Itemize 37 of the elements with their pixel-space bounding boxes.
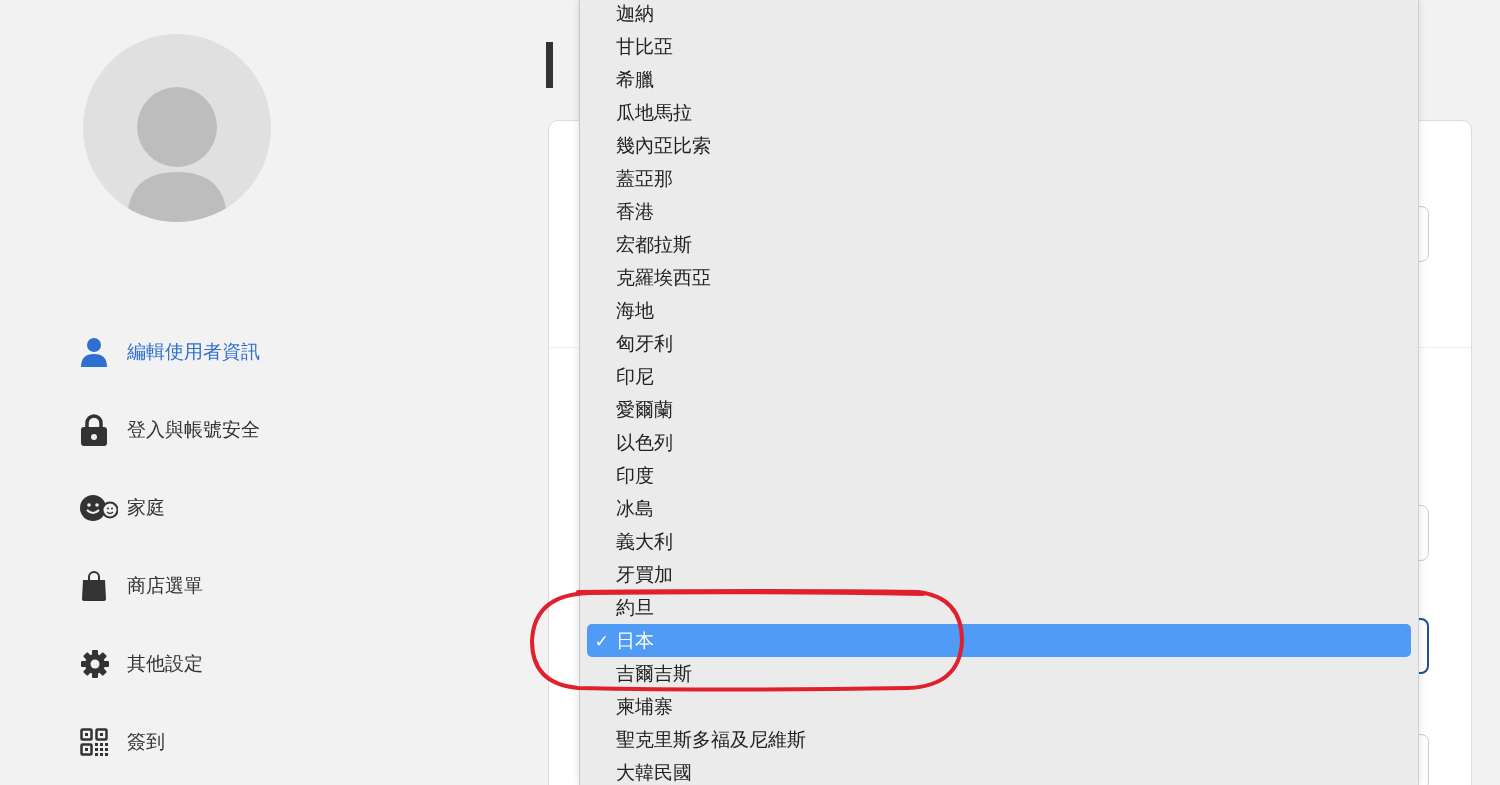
sidebar-item[interactable]: 家庭 — [80, 491, 500, 525]
shopping-bag-icon — [80, 571, 108, 601]
dropdown-option[interactable]: 約旦 — [587, 591, 1411, 624]
dropdown-option[interactable]: 宏都拉斯 — [587, 228, 1411, 261]
dropdown-option[interactable]: 瓜地馬拉 — [587, 96, 1411, 129]
dropdown-option[interactable]: 克羅埃西亞 — [587, 261, 1411, 294]
sidebar-item[interactable]: 編輯使用者資訊 — [80, 335, 500, 369]
dropdown-option[interactable]: 迦納 — [587, 0, 1411, 30]
person-icon — [80, 337, 108, 367]
qr-code-icon — [80, 728, 108, 756]
dropdown-option[interactable]: 聖克里斯多福及尼維斯 — [587, 723, 1411, 756]
sidebar-item[interactable]: 登入與帳號安全 — [80, 413, 500, 447]
dropdown-option[interactable]: 幾內亞比索 — [587, 129, 1411, 162]
dropdown-option[interactable]: 吉爾吉斯 — [587, 657, 1411, 690]
dropdown-option[interactable]: 以色列 — [587, 426, 1411, 459]
lock-icon — [80, 414, 108, 446]
smiley-faces-icon — [80, 494, 118, 522]
settings-icon — [80, 649, 110, 679]
dropdown-option[interactable]: 柬埔寨 — [587, 690, 1411, 723]
dropdown-option[interactable]: 香港 — [587, 195, 1411, 228]
dropdown-option[interactable]: 大韓民國 — [587, 756, 1411, 785]
dropdown-option[interactable]: 義大利 — [587, 525, 1411, 558]
check-mark: ✓ — [593, 630, 610, 651]
sidebar-item[interactable]: 簽到 — [80, 725, 500, 759]
dropdown-option[interactable]: 印尼 — [587, 360, 1411, 393]
dropdown-option[interactable]: 牙買加 — [587, 558, 1411, 591]
dropdown-option[interactable]: 甘比亞 — [587, 30, 1411, 63]
dropdown-option[interactable]: 印度 — [587, 459, 1411, 492]
heading-accent — [546, 42, 553, 88]
dropdown-option[interactable]: 海地 — [587, 294, 1411, 327]
dropdown-option[interactable]: 冰島 — [587, 492, 1411, 525]
sidebar-item[interactable]: 商店選單 — [80, 569, 500, 603]
sidebar-item[interactable]: 其他設定 — [80, 647, 500, 681]
dropdown-option[interactable]: 蓋亞那 — [587, 162, 1411, 195]
dropdown-option[interactable]: 愛爾蘭 — [587, 393, 1411, 426]
dropdown-option[interactable]: 希臘 — [587, 63, 1411, 96]
dropdown-option[interactable]: 匈牙利 — [587, 327, 1411, 360]
